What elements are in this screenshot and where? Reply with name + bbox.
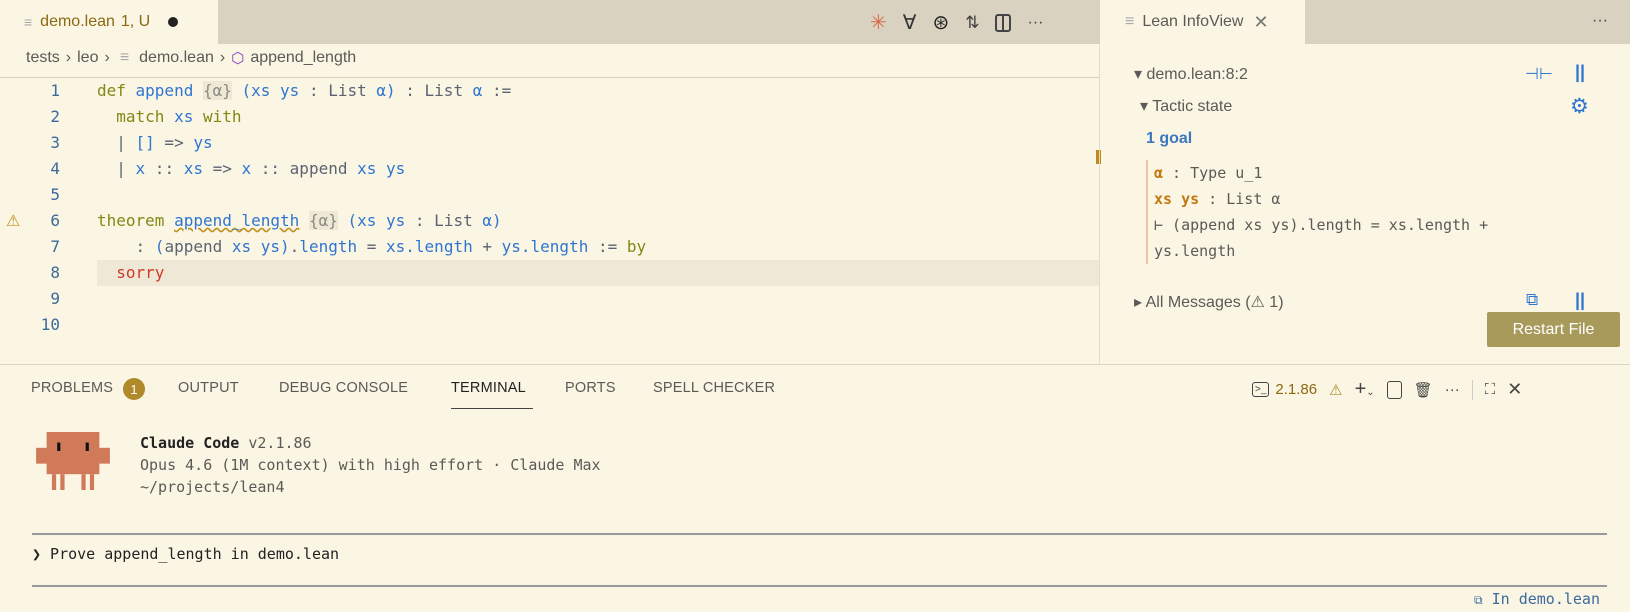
more-actions-icon[interactable]: ··· <box>1027 14 1043 32</box>
trash-icon[interactable]: 🗑 <box>1414 381 1433 399</box>
split-terminal-icon[interactable] <box>1386 380 1402 399</box>
more-actions-icon[interactable]: ··· <box>1592 12 1608 30</box>
code-line[interactable]: 2 match xs with <box>0 104 1100 130</box>
more-actions-icon[interactable]: ··· <box>1445 381 1460 398</box>
new-terminal-icon[interactable]: +⌄ <box>1355 378 1375 401</box>
split-editor-icon[interactable] <box>995 13 1012 32</box>
app-title-line: Claude Code v2.1.86 <box>140 434 312 452</box>
breadcrumb: tests › leo › ≡ demo.lean › ⬡ append_length <box>26 49 356 67</box>
active-tab-indicator <box>451 408 533 409</box>
breadcrumb-file[interactable]: demo.lean <box>139 49 214 67</box>
maximize-panel-icon[interactable]: ⛶ <box>1485 381 1496 398</box>
symbol-theorem-icon: ⬡ <box>231 50 245 67</box>
caret-down-icon: ▾ <box>1134 66 1147 83</box>
line-number: 5 <box>50 185 60 204</box>
openai-icon[interactable]: ⊛ <box>932 10 949 35</box>
code-line[interactable]: 10 <box>0 312 1100 338</box>
file-lines-icon: ≡ <box>119 49 130 66</box>
breadcrumb-leo[interactable]: leo <box>77 49 98 67</box>
code-line[interactable]: 8 sorry <box>50 260 1100 286</box>
code-text: | [] => ys <box>97 133 213 152</box>
divider <box>1471 379 1473 400</box>
code-editor[interactable]: 1 def append {α} (xs ys : List α) : List … <box>0 78 1100 338</box>
goal-target: ⊢ (append xs ys).length = xs.length + <box>1154 216 1489 234</box>
code-line[interactable]: 9 <box>0 286 1100 312</box>
all-messages-header[interactable]: ▸ All Messages (⚠ 1) <box>1134 292 1284 312</box>
hypothesis: xs ys : List α <box>1154 190 1281 208</box>
line-number: 7 <box>50 237 60 256</box>
code-text: sorry <box>97 263 165 282</box>
breadcrumb-symbol[interactable]: append_length <box>250 49 356 67</box>
code-line[interactable]: 6 theorem append_length {α} (xs ys : List… <box>0 208 1100 234</box>
line-number: 4 <box>50 159 60 178</box>
divider <box>1099 44 1100 364</box>
line-number: 10 <box>40 315 60 334</box>
divider <box>0 364 1630 365</box>
chevron-right-icon: › <box>65 49 72 66</box>
tab-demo-lean[interactable]: ≡ demo.lean 1, U <box>0 0 218 44</box>
location-header[interactable]: ▾ demo.lean:8:2 <box>1134 64 1248 84</box>
pause-icon[interactable]: || <box>1575 290 1585 311</box>
line-number: 8 <box>50 263 60 282</box>
panel-tab-problems[interactable]: PROBLEMS <box>31 380 113 396</box>
unsaved-dot-icon[interactable] <box>168 17 179 27</box>
terminal-icon[interactable]: >_ <box>1252 382 1270 397</box>
caret-right-icon: ▸ <box>1134 294 1146 311</box>
problems-badge: 1 <box>123 378 145 400</box>
warning-icon[interactable]: ⚠ <box>6 208 20 234</box>
close-icon[interactable]: ✕ <box>1253 12 1268 33</box>
restart-file-button[interactable]: Restart File <box>1487 312 1620 347</box>
panel-tab-output[interactable]: OUTPUT <box>178 380 239 396</box>
claude-mascot-logo <box>36 432 110 490</box>
goal-target-cont: ys.length <box>1154 242 1236 260</box>
panel-tab-ports[interactable]: PORTS <box>565 380 616 396</box>
code-text: | x :: xs => x :: append xs ys <box>97 159 406 178</box>
file-lines-icon: ≡ <box>1125 13 1135 30</box>
line-number: 1 <box>50 81 60 100</box>
code-line[interactable]: 1 def append {α} (xs ys : List α) : List … <box>0 78 1100 104</box>
code-line[interactable]: 5 <box>0 182 1100 208</box>
line-number: 9 <box>50 289 60 308</box>
close-panel-icon[interactable]: ✕ <box>1507 379 1522 400</box>
model-info: Opus 4.6 (1M context) with high effort ·… <box>140 456 601 474</box>
code-text: match xs with <box>97 107 242 126</box>
file-lines-icon: ≡ <box>24 14 33 30</box>
working-directory: ~/projects/lean4 <box>140 478 285 496</box>
file-icon: ⧉ <box>1474 593 1483 607</box>
go-to-location-icon[interactable]: ⧉ <box>1526 290 1538 310</box>
forall-icon[interactable]: ∀ <box>903 10 917 35</box>
tab-lean-infoview[interactable]: ≡ Lean InfoView ✕ <box>1101 0 1305 44</box>
tactic-state-header[interactable]: ▾ Tactic state <box>1140 96 1232 116</box>
breadcrumb-tests[interactable]: tests <box>26 49 60 67</box>
goal-count: 1 goal <box>1146 130 1193 147</box>
divider <box>32 533 1607 535</box>
settings-gear-icon[interactable]: ⚙ <box>1570 94 1589 119</box>
claude-icon[interactable]: ✳ <box>870 10 887 35</box>
code-line[interactable]: 4 | x :: xs => x :: append xs ys <box>0 156 1100 182</box>
caret-down-icon: ▾ <box>1140 98 1153 115</box>
prompt-input[interactable]: ❯ Prove append_length in demo.lean <box>32 545 339 563</box>
code-text: theorem append_length {α} (xs ys : List … <box>97 211 502 230</box>
code-line[interactable]: 3 | [] => ys <box>0 130 1100 156</box>
pause-icon[interactable]: || <box>1575 62 1585 83</box>
line-number: 2 <box>50 107 60 126</box>
line-number: 3 <box>50 133 60 152</box>
compare-changes-icon[interactable]: ⇅ <box>965 13 979 33</box>
panel-tab-spell-checker[interactable]: SPELL CHECKER <box>653 380 775 396</box>
chevron-right-icon: › <box>104 49 110 66</box>
code-text: : (append xs ys).length = xs.length + ys… <box>97 237 647 256</box>
terminal-instance[interactable]: 2.1.86 <box>1275 381 1317 398</box>
goal-box: α : Type u_1 xs ys : List α ⊢ (append xs… <box>1146 160 1488 264</box>
chevron-right-icon: › <box>219 49 226 66</box>
pin-icon[interactable]: ⊣⊢ <box>1525 64 1553 84</box>
panel-tab-terminal[interactable]: TERMINAL <box>451 380 526 396</box>
code-text: def append {α} (xs ys : List α) : List α… <box>97 81 512 100</box>
code-line[interactable]: 7 : (append xs ys).length = xs.length + … <box>0 234 1100 260</box>
divider <box>32 585 1607 587</box>
panel-tab-debug-console[interactable]: DEBUG CONSOLE <box>279 380 408 396</box>
warning-icon: ⚠ <box>1329 381 1343 399</box>
hypothesis: α : Type u_1 <box>1154 164 1263 182</box>
context-indicator: ⧉ In demo.lean <box>1474 590 1600 608</box>
